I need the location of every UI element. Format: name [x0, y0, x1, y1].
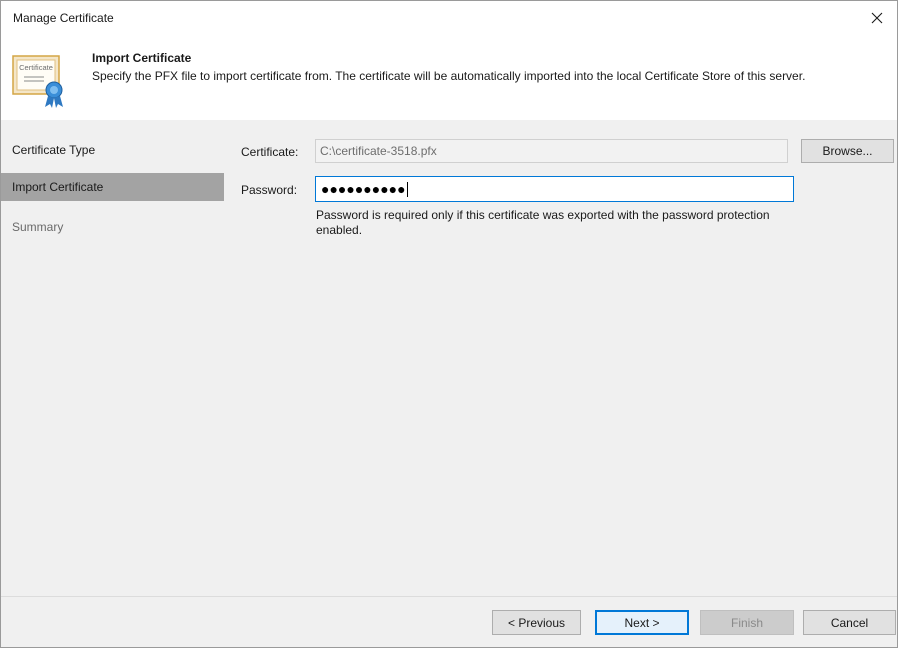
- step-label: Certificate Type: [12, 143, 96, 157]
- wizard-steps-sidebar: Certificate Type Import Certificate Summ…: [1, 120, 224, 596]
- finish-button[interactable]: Finish: [700, 610, 794, 635]
- password-field[interactable]: ●●●●●●●●●●: [315, 176, 794, 202]
- password-hint: Password is required only if this certif…: [316, 208, 770, 237]
- close-icon: [871, 12, 883, 24]
- certificate-icon-text: Certificate: [19, 63, 53, 72]
- next-button[interactable]: Next >: [595, 610, 689, 635]
- browse-button[interactable]: Browse...: [801, 139, 894, 163]
- wizard-header: Certificate Import Certificate Specify t…: [1, 45, 897, 113]
- step-label: Summary: [12, 220, 64, 234]
- step-import-certificate[interactable]: Import Certificate: [1, 173, 224, 201]
- password-masked-value: ●●●●●●●●●●: [321, 181, 406, 197]
- cancel-button[interactable]: Cancel: [803, 610, 896, 635]
- manage-certificate-dialog: Manage Certificate Certificate Import Ce…: [0, 0, 898, 648]
- step-label: Import Certificate: [12, 180, 104, 194]
- step-summary[interactable]: Summary: [1, 213, 224, 241]
- text-caret: [406, 181, 408, 197]
- window-title: Manage Certificate: [13, 11, 114, 25]
- previous-button[interactable]: < Previous: [492, 610, 581, 635]
- wizard-body: Certificate Type Import Certificate Summ…: [1, 120, 897, 596]
- wizard-footer: < Previous Next > Finish Cancel: [1, 596, 897, 647]
- step-certificate-type[interactable]: Certificate Type: [1, 136, 224, 164]
- header-description: Specify the PFX file to import certifica…: [92, 69, 806, 83]
- close-button[interactable]: [857, 1, 897, 35]
- header-title: Import Certificate: [92, 51, 192, 65]
- password-label: Password:: [241, 183, 298, 197]
- certificate-label: Certificate:: [241, 145, 299, 159]
- certificate-path-field[interactable]: C:\certificate-3518.pfx: [315, 139, 788, 163]
- title-bar: Manage Certificate: [1, 1, 897, 35]
- wizard-content: Certificate: C:\certificate-3518.pfx Bro…: [224, 120, 897, 596]
- certificate-icon: Certificate: [12, 55, 63, 108]
